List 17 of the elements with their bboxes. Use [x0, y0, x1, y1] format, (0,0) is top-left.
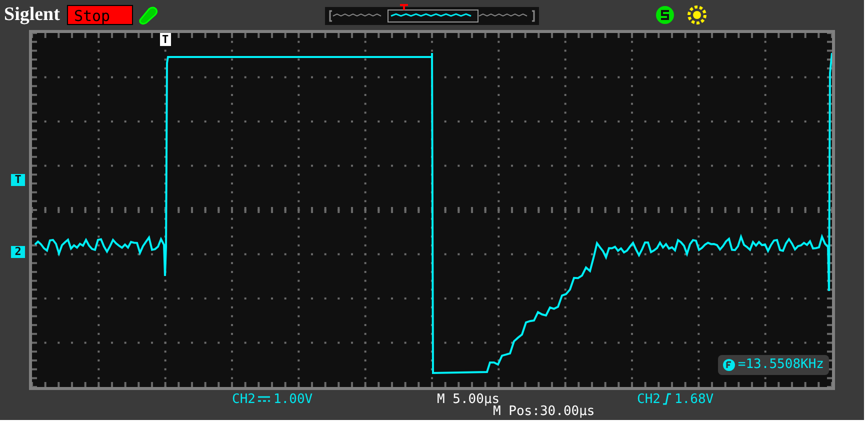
- trigger-source: CH2: [637, 392, 660, 406]
- horizontal-position: M Pos:30.00μs: [493, 404, 595, 419]
- capsule-icon: [136, 5, 159, 25]
- dc-coupling-icon: [257, 394, 272, 404]
- volts-per-division: 1.00V: [273, 392, 313, 406]
- frequency-value: =13.5508KHz: [738, 358, 824, 372]
- rising-edge-icon: [662, 393, 672, 405]
- timebase-readout: M 5.00μs: [437, 392, 500, 406]
- brand-name: Siglent: [4, 4, 60, 26]
- channel-marker: 2: [11, 246, 25, 258]
- counter-icon: [722, 359, 735, 371]
- channel-label: CH2: [232, 392, 256, 406]
- trigger-position-marker: T: [160, 33, 171, 46]
- trigger-level: 1.68V: [674, 392, 714, 406]
- gear-icon: [684, 4, 709, 26]
- trigger-level-marker: T: [11, 174, 25, 186]
- run-state: Stop: [66, 5, 133, 25]
